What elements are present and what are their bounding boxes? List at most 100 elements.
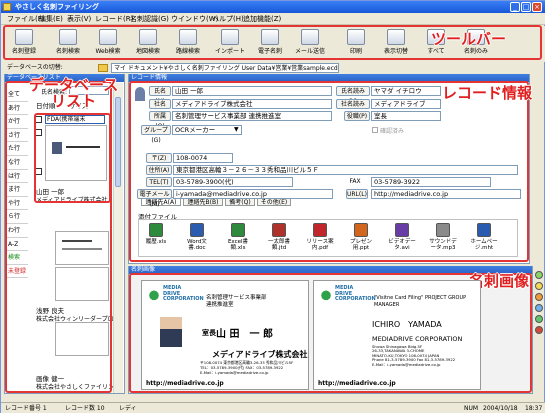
url-field[interactable]: http://mediadrive.co.jp — [371, 189, 521, 199]
card-back-name: ICHIRO YAMADA — [372, 320, 442, 329]
company-reading-label: 社名読み(U) — [336, 99, 370, 118]
attached-file-label: 一太郎書類.jtd — [267, 239, 290, 251]
status-time: 18:37 — [525, 405, 543, 412]
card-front-image[interactable]: MEDIA DRIVE CORPORATION 名刺管理サービス事業部 連携推進… — [141, 280, 309, 390]
card-back-project: "Visitne Card Filing" PROJECT GROUP MANA… — [374, 295, 467, 308]
app-icon — [3, 3, 11, 11]
zip-field[interactable]: 108-0074 — [173, 153, 233, 163]
attached-file-item[interactable]: 履歴.xls — [141, 223, 171, 245]
attached-file-item[interactable]: Word文書.doc — [182, 223, 212, 251]
company-logo: MEDIA DRIVE CORPORATION — [318, 285, 376, 303]
zip-label: 〒(Z) — [146, 153, 172, 163]
avatar — [135, 87, 145, 101]
attached-file-label: Word文書.doc — [187, 239, 207, 251]
menu-view[interactable]: 表示(V) — [67, 14, 91, 24]
department-label: 所属(O) — [149, 111, 171, 130]
list-scroll-thumb[interactable] — [115, 97, 121, 187]
title-field[interactable]: 室長 — [371, 111, 441, 121]
menu-card-ocr[interactable]: 名刺認識(G) — [130, 14, 169, 24]
email-field[interactable]: i-yamada@mediadrive.co.jp — [173, 189, 333, 199]
app-window: やさしく名刺ファイリング _ □ × ファイル(F) 編集(E) 表示(V) レ… — [0, 0, 545, 413]
status-bar: レコード番号 1 レコード数 10 レディ NUM 2004/10/18 18:… — [1, 402, 545, 413]
file-icon — [231, 223, 245, 237]
group-label: グループ(G) — [141, 125, 171, 144]
attached-file-item[interactable]: プレゼン用.ppt — [346, 223, 376, 251]
file-icon — [190, 223, 204, 237]
maximize-button[interactable]: □ — [521, 2, 531, 12]
attached-file-label: プレゼン用.ppt — [349, 239, 372, 251]
rotate-icon[interactable] — [535, 271, 543, 279]
card-front-name: 山 田 一 郎 — [216, 329, 273, 340]
flip-icon[interactable] — [535, 293, 543, 301]
status-num: NUM — [464, 405, 479, 412]
list-scrollbar[interactable] — [113, 83, 123, 393]
status-ready: レディ — [119, 405, 137, 412]
image-side-buttons — [535, 271, 545, 337]
logo-mark-icon — [146, 287, 162, 301]
file-icon — [272, 223, 286, 237]
attached-file-label: サウンドデータ.mp3 — [429, 239, 457, 251]
fax-label: FAX — [349, 178, 361, 185]
minimize-button[interactable]: _ — [510, 2, 520, 12]
folder-icon[interactable] — [98, 64, 108, 72]
file-icon — [149, 223, 163, 237]
attached-file-item[interactable]: サウンドデータ.mp3 — [428, 223, 458, 251]
file-icon — [477, 223, 491, 237]
attached-file-item[interactable]: 一太郎書類.jtd — [264, 223, 294, 251]
selected-card-highlight — [34, 113, 111, 203]
database-switch-label: データベースの切替: — [7, 64, 63, 71]
status-record-count: レコード数 10 — [65, 405, 105, 412]
attached-file-label: 履歴.xls — [145, 239, 167, 245]
record-annotation: レコード情報 — [442, 84, 533, 102]
card-front-dept: 名刺管理サービス事業部 連携推進室 — [206, 295, 267, 308]
close-button[interactable]: × — [532, 2, 542, 12]
attached-file-label: ビデオデータ.avi — [388, 239, 416, 251]
chevron-down-icon[interactable]: ▼ — [234, 126, 239, 133]
menu-addons[interactable]: 追加機能(Z) — [243, 14, 281, 24]
name-field[interactable]: 山田 一郎 — [172, 86, 332, 96]
database-path-field[interactable]: マイ ドキュメント¥やさしく名刺ファイリング User Data¥営業¥営業sa… — [111, 63, 339, 73]
confirmed-checkbox[interactable] — [372, 127, 378, 133]
card-back-web: http://mediadrive.co.jp — [318, 380, 396, 387]
menu-record[interactable]: レコード(R) — [95, 14, 133, 24]
company-label: 社名(C) — [149, 99, 171, 118]
card-front-company: メディアドライブ株式会社 — [212, 350, 308, 359]
card-front-title: 室長 — [202, 329, 216, 337]
menu-bar: ファイル(F) 編集(E) 表示(V) レコード(R) 名刺認識(G) ウインド… — [1, 13, 545, 25]
logo-mark-icon — [318, 287, 334, 301]
scan-icon[interactable] — [535, 315, 543, 323]
zoom-icon[interactable] — [535, 282, 543, 290]
attached-file-label: リリース案内.pdf — [306, 239, 334, 251]
attached-file-item[interactable]: ビデオデータ.avi — [387, 223, 417, 251]
card-front-mail: E-Mail：i-yamada@mediadrive.co.jp — [200, 370, 269, 375]
name-reading-field[interactable]: ヤマダ イチロウ — [371, 86, 441, 96]
card-front-web: http://mediadrive.co.jp — [146, 380, 224, 387]
edit-image-icon[interactable] — [535, 304, 543, 312]
company-reading-field[interactable]: メディアドライブ — [371, 99, 441, 109]
title-label: 役職(P) — [344, 111, 370, 121]
attached-file-item[interactable]: Excel書類.xls — [223, 223, 253, 251]
address-label: 住所(A) — [146, 165, 172, 175]
card-front-photo — [160, 317, 182, 347]
status-record-number: レコード番号 1 — [5, 405, 47, 412]
file-icon — [436, 223, 450, 237]
name-label: 氏名(N) — [149, 86, 171, 105]
group-select[interactable]: OCRメーカー — [172, 125, 242, 135]
company-field[interactable]: メディアドライブ株式会社 — [172, 99, 332, 109]
attached-file-item[interactable]: ホームページ.mht — [469, 223, 499, 251]
card-back-image[interactable]: MEDIA DRIVE CORPORATION "Visitne Card Fi… — [313, 280, 481, 390]
fax-field[interactable]: 03-5789-3922 — [371, 177, 491, 187]
attached-file-item[interactable]: リリース案内.pdf — [305, 223, 335, 251]
email-label: 電子メール(M) — [137, 189, 172, 208]
menu-edit[interactable]: 編集(E) — [39, 14, 63, 24]
address-field[interactable]: 東京都港区高輪３－２６－３３秀和品川ビル５Ｆ — [173, 165, 518, 175]
menu-help[interactable]: ヘルプ(H) — [212, 14, 244, 24]
department-field[interactable]: 名刺管理サービス事業部 連携推進室 — [172, 111, 332, 121]
delete-image-icon[interactable] — [535, 326, 543, 334]
toolbar-annotation: ツールバー — [431, 30, 507, 48]
url-label: URL(L) — [346, 189, 368, 199]
attached-file-label: Excel書類.xls — [227, 239, 249, 251]
card-back-company: MEDIADRIVE CORPORATION — [372, 335, 463, 343]
tel-field[interactable]: 03-5789-3900(代) — [173, 177, 293, 187]
file-icon — [354, 223, 368, 237]
